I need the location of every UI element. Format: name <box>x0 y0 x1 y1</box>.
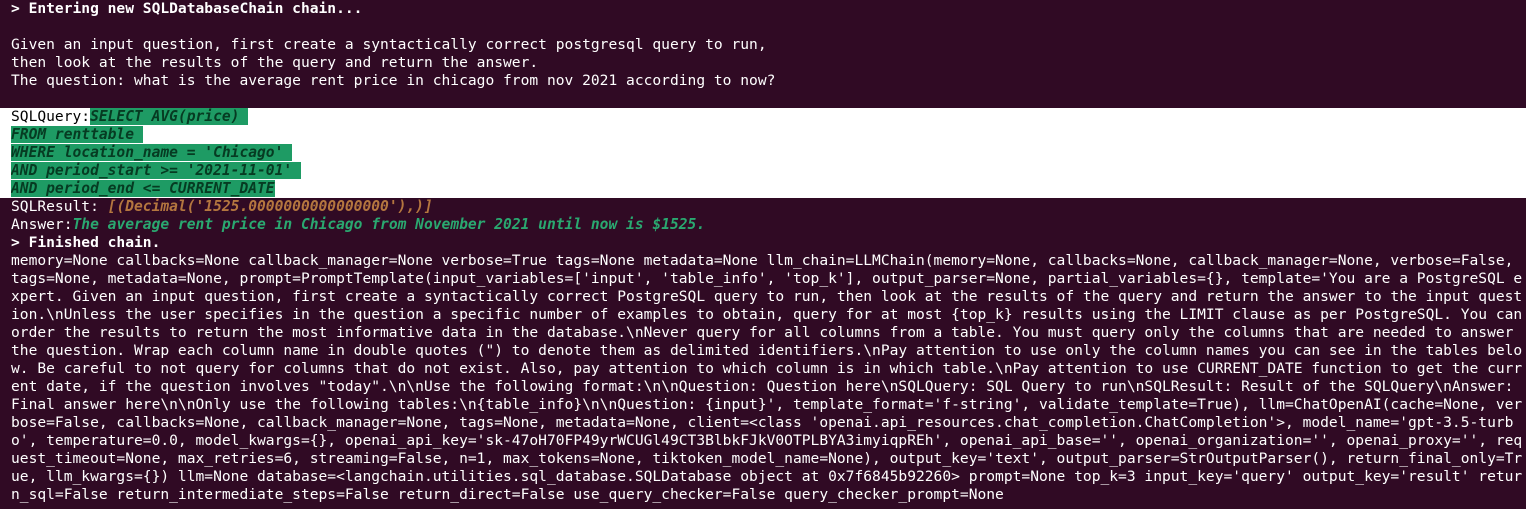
sql-query-block: SQLQuery:SELECT AVG(price) FROM renttabl… <box>0 108 1526 198</box>
sql-line: FROM renttable <box>11 126 1526 144</box>
sql-code: SELECT AVG(price) <box>90 108 249 125</box>
sql-line: SQLQuery:SELECT AVG(price) <box>11 108 1526 126</box>
prompt-line: Given an input question, first create a … <box>11 36 767 53</box>
sql-code: WHERE location_name = 'Chicago' <box>11 144 293 161</box>
sql-code: AND period_start >= '2021-11-01' <box>11 162 301 179</box>
answer-value: The average rent price in Chicago from N… <box>72 216 706 233</box>
question-line: The question: what is the average rent p… <box>11 72 776 89</box>
sql-result-line: SQLResult: [(Decimal('1525.0000000000000… <box>11 198 1526 216</box>
terminal-window[interactable]: > Entering new SQLDatabaseChain chain...… <box>0 0 1526 509</box>
answer-label: Answer: <box>11 216 73 233</box>
chain-start-line: > Entering new SQLDatabaseChain chain... <box>11 0 363 17</box>
sql-line: AND period_end <= CURRENT_DATE <box>11 180 1526 198</box>
sql-line: WHERE location_name = 'Chicago' <box>11 144 1526 162</box>
sql-line: AND period_start >= '2021-11-01' <box>11 162 1526 180</box>
chain-finished-line: > Finished chain. <box>11 234 161 251</box>
sql-code: AND period_end <= CURRENT_DATE <box>11 180 275 197</box>
sql-result-value: [(Decimal('1525.0000000000000000'),)] <box>107 198 433 215</box>
prompt-line: then look at the results of the query an… <box>11 54 539 71</box>
sql-result-label: SQLResult: <box>11 198 108 215</box>
sql-query-label: SQLQuery: <box>11 108 91 125</box>
chain-object-dump: memory=None callbacks=None callback_mana… <box>11 252 1523 503</box>
sql-code: FROM renttable <box>11 126 143 143</box>
answer-line: Answer:The average rent price in Chicago… <box>11 216 1526 234</box>
